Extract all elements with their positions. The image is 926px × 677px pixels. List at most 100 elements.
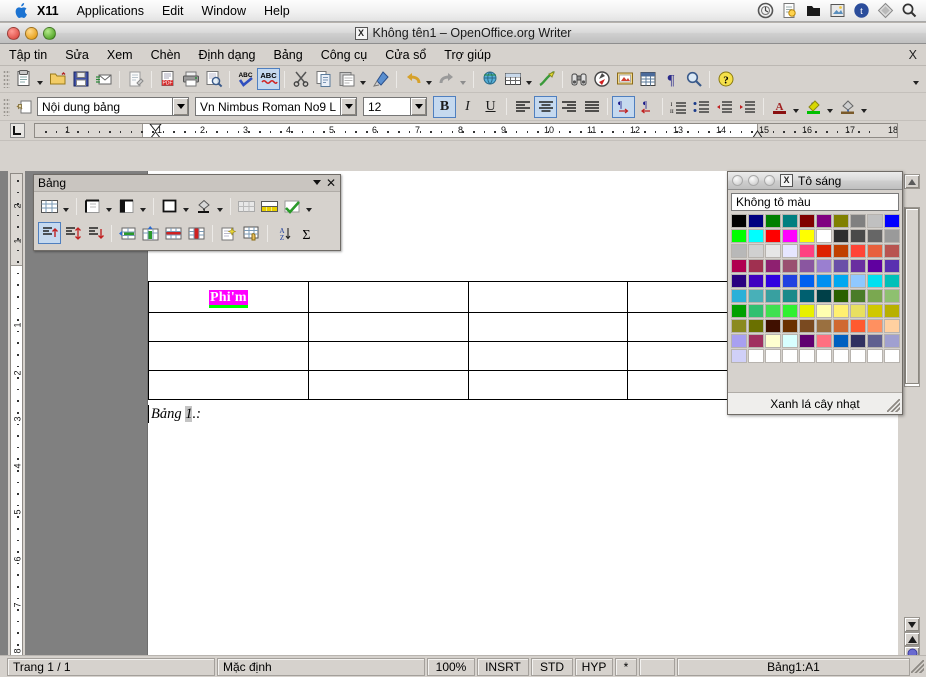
- color-swatch[interactable]: [748, 289, 764, 303]
- autospellcheck-icon[interactable]: ABC: [257, 68, 280, 90]
- edit-file-icon[interactable]: [124, 68, 147, 90]
- chevron-down-icon[interactable]: [340, 98, 356, 115]
- color-swatch[interactable]: [731, 304, 747, 318]
- align-top-icon[interactable]: [38, 222, 61, 244]
- color-swatch[interactable]: [748, 229, 764, 243]
- color-swatch[interactable]: [799, 304, 815, 318]
- color-swatch[interactable]: [748, 274, 764, 288]
- apply-style-icon[interactable]: [12, 96, 35, 118]
- color-swatch[interactable]: [765, 214, 781, 228]
- color-swatch[interactable]: [816, 319, 832, 333]
- color-swatch[interactable]: [833, 334, 849, 348]
- os-menu-help[interactable]: Help: [255, 0, 299, 22]
- color-swatch[interactable]: [731, 259, 747, 273]
- borders-icon[interactable]: [158, 195, 181, 217]
- gallery-picture-icon[interactable]: [613, 68, 636, 90]
- optimize-icon[interactable]: [281, 195, 304, 217]
- autoformat-icon[interactable]: [217, 222, 240, 244]
- color-swatch[interactable]: [833, 274, 849, 288]
- table-cell-c4[interactable]: [467, 370, 629, 400]
- color-swatch[interactable]: [816, 304, 832, 318]
- black-folder-icon[interactable]: [805, 2, 822, 19]
- line-color-dropdown-icon[interactable]: [138, 195, 149, 217]
- resize-grip[interactable]: [887, 399, 900, 412]
- rtl-text-direction-icon[interactable]: ¶: [635, 96, 658, 118]
- color-swatch[interactable]: [850, 229, 866, 243]
- color-swatch[interactable]: [799, 214, 815, 228]
- draw-line-icon[interactable]: [535, 68, 558, 90]
- color-swatch[interactable]: [731, 244, 747, 258]
- table-cell-b1[interactable]: [307, 281, 469, 313]
- color-swatch[interactable]: [850, 259, 866, 273]
- delete-column-icon[interactable]: [185, 222, 208, 244]
- color-swatch[interactable]: [748, 334, 764, 348]
- paragraph-style-combo[interactable]: Nội dung bảng: [37, 97, 189, 116]
- right-indent-marker[interactable]: [751, 124, 764, 137]
- menu-tap-tin[interactable]: Tập tin: [0, 44, 56, 66]
- color-swatch[interactable]: [782, 259, 798, 273]
- clone-formatting-brush-icon[interactable]: [369, 68, 392, 90]
- insert-table-icon[interactable]: [501, 68, 524, 90]
- table-row[interactable]: [148, 370, 798, 400]
- data-sources-icon[interactable]: [636, 68, 659, 90]
- chevron-down-icon[interactable]: [172, 98, 188, 115]
- status-insert-mode[interactable]: INSRT: [477, 657, 529, 676]
- navigator-compass-icon[interactable]: [590, 68, 613, 90]
- document-table[interactable]: Phi'm: [148, 281, 798, 400]
- email-document-icon[interactable]: [92, 68, 115, 90]
- color-swatch[interactable]: [748, 214, 764, 228]
- menu-dinh-dang[interactable]: Định dạng: [189, 44, 264, 66]
- hyperlink-globe-icon[interactable]: [478, 68, 501, 90]
- minimize-dot-button[interactable]: [732, 175, 743, 186]
- delete-row-icon[interactable]: [162, 222, 185, 244]
- vertical-scroll-track[interactable]: [904, 207, 920, 387]
- new-dropdown-icon[interactable]: [35, 68, 46, 90]
- justify-icon[interactable]: [580, 96, 603, 118]
- save-icon[interactable]: [69, 68, 92, 90]
- color-swatch[interactable]: [850, 304, 866, 318]
- insert-table-dropdown-icon[interactable]: [61, 195, 72, 217]
- toolbar-overflow-icon[interactable]: [911, 68, 922, 90]
- ordered-list-icon[interactable]: I II: [667, 96, 690, 118]
- color-swatch[interactable]: [731, 334, 747, 348]
- font-color-icon[interactable]: A: [768, 96, 791, 118]
- previous-page-button[interactable]: [904, 632, 920, 646]
- print-preview-icon[interactable]: [202, 68, 225, 90]
- timemachine-icon[interactable]: [757, 2, 774, 19]
- highlighting-dropdown-icon[interactable]: [825, 96, 836, 118]
- color-swatch[interactable]: [867, 334, 883, 348]
- print-icon[interactable]: [179, 68, 202, 90]
- table-cell-b4[interactable]: [307, 370, 469, 400]
- color-swatch[interactable]: [799, 244, 815, 258]
- align-center-icon[interactable]: [534, 95, 557, 118]
- toolbar-grip[interactable]: [3, 70, 10, 88]
- color-swatch[interactable]: [799, 334, 815, 348]
- color-swatch[interactable]: [833, 319, 849, 333]
- color-swatch[interactable]: [782, 229, 798, 243]
- background-color-icon[interactable]: [192, 195, 215, 217]
- cut-scissors-icon[interactable]: [289, 68, 312, 90]
- align-center-vertical-icon[interactable]: [61, 222, 84, 244]
- toolbar-grip[interactable]: [3, 97, 10, 116]
- chevron-down-icon[interactable]: [313, 180, 321, 185]
- color-swatch[interactable]: [731, 289, 747, 303]
- color-swatch[interactable]: [799, 349, 815, 363]
- highlighting-color-window[interactable]: X Tô sáng Không tô màu Xanh lá cây nhạt: [727, 171, 903, 415]
- color-swatch[interactable]: [833, 214, 849, 228]
- status-zoom[interactable]: 100%: [427, 657, 475, 676]
- color-swatch[interactable]: [850, 214, 866, 228]
- underline-button[interactable]: U: [479, 96, 502, 118]
- zoom-magnifier-icon[interactable]: [682, 68, 705, 90]
- color-swatch[interactable]: [748, 244, 764, 258]
- os-menu-applications[interactable]: Applications: [68, 0, 153, 22]
- table-row[interactable]: [148, 312, 798, 342]
- sum-sigma-icon[interactable]: Σ: [295, 222, 318, 244]
- color-swatch[interactable]: [816, 259, 832, 273]
- color-swatch[interactable]: [765, 289, 781, 303]
- insert-table-dropdown-icon[interactable]: [524, 68, 535, 90]
- table-caption[interactable]: Bảng 1.:: [151, 406, 201, 423]
- status-hyphenation[interactable]: HYP: [575, 657, 613, 676]
- bold-button[interactable]: B: [433, 95, 456, 118]
- split-cells-icon[interactable]: [258, 195, 281, 217]
- status-blank[interactable]: [639, 657, 675, 676]
